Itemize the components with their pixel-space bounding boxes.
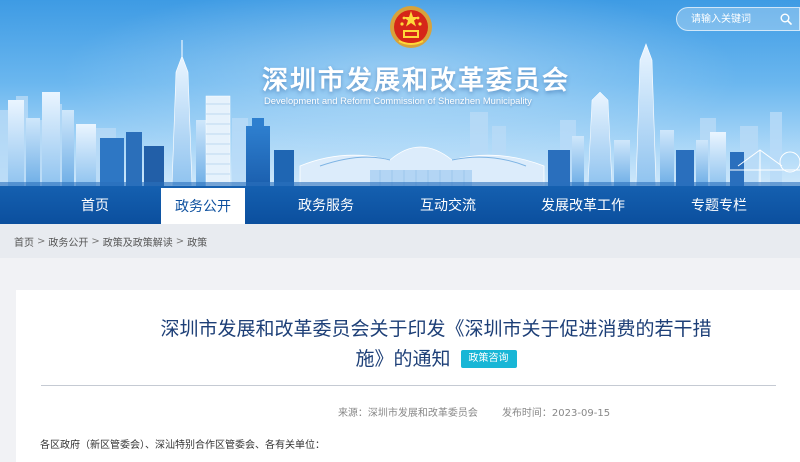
breadcrumb-policy[interactable]: 政策 (187, 234, 207, 249)
breadcrumb: 首页 > 政务公开 > 政策及政策解读 > 政策 (0, 224, 800, 258)
breadcrumb-separator: > (37, 235, 46, 247)
nav-item-development-reform-work[interactable]: 发展改革工作 (527, 186, 639, 224)
breadcrumb-separator: > (91, 235, 100, 247)
site-title: 深圳市发展和改革委员会 (262, 66, 571, 96)
breadcrumb-policy-interpretation[interactable]: 政策及政策解读 (103, 234, 173, 249)
article-meta: 来源：深圳市发展和改革委员会 发布时间：2023-09-15 (16, 404, 800, 419)
nav-item-home[interactable]: 首页 (56, 186, 134, 224)
article-title-line1: 深圳市发展和改革委员会关于印发《深圳市关于促进消费的若干措 (160, 318, 712, 340)
search-icon[interactable] (777, 10, 795, 28)
article-title: 深圳市发展和改革委员会关于印发《深圳市关于促进消费的若干措 施》的通知 政策咨询 (136, 314, 736, 374)
search-box[interactable] (676, 7, 800, 31)
title-divider (41, 385, 776, 386)
article-source: 来源：深圳市发展和改革委员会 (337, 408, 478, 419)
policy-consultation-tag[interactable]: 政策咨询 (460, 350, 517, 368)
article-panel: 深圳市发展和改革委员会关于印发《深圳市关于促进消费的若干措 施》的通知 政策咨询… (16, 290, 800, 462)
breadcrumb-home[interactable]: 首页 (14, 234, 34, 249)
breadcrumb-government-affairs[interactable]: 政务公开 (48, 234, 88, 249)
nav-item-interaction[interactable]: 互动交流 (406, 186, 490, 224)
site-subtitle: Development and Reform Commission of She… (264, 95, 532, 106)
search-input[interactable] (677, 8, 777, 30)
nav-item-special-topics[interactable]: 专题专栏 (676, 186, 762, 224)
article-salutation: 各区政府（新区管委会）、深汕特别合作区管委会、各有关单位： (40, 440, 325, 451)
main-nav: 首页 政务公开 政务服务 互动交流 发展改革工作 专题专栏 (0, 186, 800, 224)
article-publish-date: 发布时间：2023-09-15 (501, 408, 611, 419)
article-title-line2: 施》的通知 (355, 348, 451, 370)
national-emblem-icon (390, 6, 432, 48)
header-banner: 深圳市发展和改革委员会 Development and Reform Commi… (0, 0, 800, 186)
nav-item-government-affairs-disclosure[interactable]: 政务公开 (161, 188, 245, 224)
article-title-line2-row: 施》的通知 政策咨询 (136, 344, 736, 374)
breadcrumb-separator: > (175, 235, 185, 247)
nav-item-government-services[interactable]: 政务服务 (284, 186, 368, 224)
